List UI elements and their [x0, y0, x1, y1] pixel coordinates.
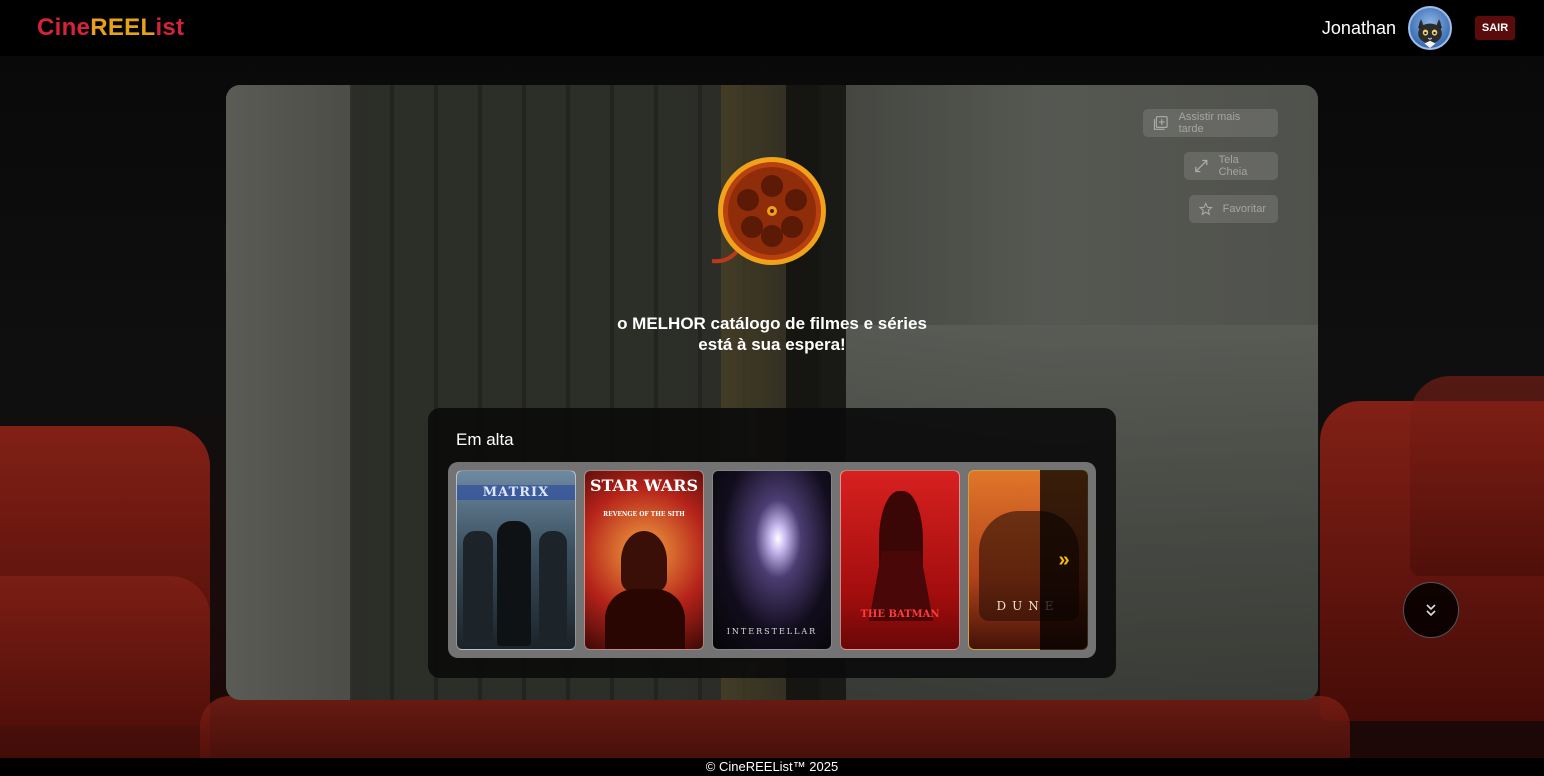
cat-avatar-icon — [1418, 18, 1442, 48]
poster-title: MATRIX — [457, 485, 575, 500]
double-chevron-down-icon — [1426, 604, 1436, 617]
poster-batman[interactable]: THE BATMAN — [840, 470, 960, 650]
trending-panel: Em alta MATRIX STAR WARS REVENGE OF THE … — [428, 408, 1116, 678]
watch-later-button[interactable]: Assistir mais tarde — [1143, 109, 1278, 137]
carousel-next-button[interactable]: » — [1040, 470, 1088, 650]
scroll-down-button[interactable] — [1403, 582, 1459, 638]
logout-button[interactable]: SAIR — [1475, 16, 1515, 40]
poster-carousel: MATRIX STAR WARS REVENGE OF THE SITH INT… — [448, 462, 1096, 658]
favorite-label: Favoritar — [1222, 203, 1266, 215]
poster-interstellar[interactable]: INTERSTELLAR — [712, 470, 832, 650]
fullscreen-label: Tela Cheia — [1218, 154, 1248, 178]
username: Jonathan — [1321, 18, 1396, 38]
favorite-button[interactable]: Favoritar — [1189, 195, 1278, 223]
film-reel-icon — [711, 157, 826, 265]
tagline-line-1: o MELHOR catálogo de filmes e séries — [617, 314, 927, 333]
logo[interactable]: CineREEList — [37, 14, 184, 42]
top-bar: CineREEList Jonathan SAIR — [0, 0, 1544, 56]
poster-matrix[interactable]: MATRIX — [456, 470, 576, 650]
watch-later-label: Assistir mais tarde — [1178, 111, 1241, 135]
poster-subtitle: REVENGE OF THE SITH — [603, 511, 685, 518]
logo-part-cine: Cine — [37, 14, 91, 41]
poster-star-wars[interactable]: STAR WARS REVENGE OF THE SITH — [584, 470, 704, 650]
avatar[interactable] — [1408, 6, 1452, 50]
add-library-icon — [1153, 116, 1168, 130]
poster-title: THE BATMAN — [860, 609, 940, 620]
expand-icon — [1195, 159, 1208, 173]
trending-title: Em alta — [456, 430, 514, 449]
tagline-line-2: está à sua espera! — [698, 335, 846, 354]
fullscreen-button[interactable]: Tela Cheia — [1184, 152, 1278, 180]
logo-part-reel: REEL — [90, 14, 156, 41]
footer: © CineREEList™ 2025 — [0, 758, 1544, 776]
star-icon — [1199, 202, 1213, 216]
poster-title: INTERSTELLAR — [726, 627, 818, 636]
logo-part-ist: ist — [155, 14, 185, 41]
poster-title: STAR WARS — [589, 476, 699, 495]
hero-tagline: o MELHOR catálogo de filmes e séries est… — [566, 313, 978, 355]
